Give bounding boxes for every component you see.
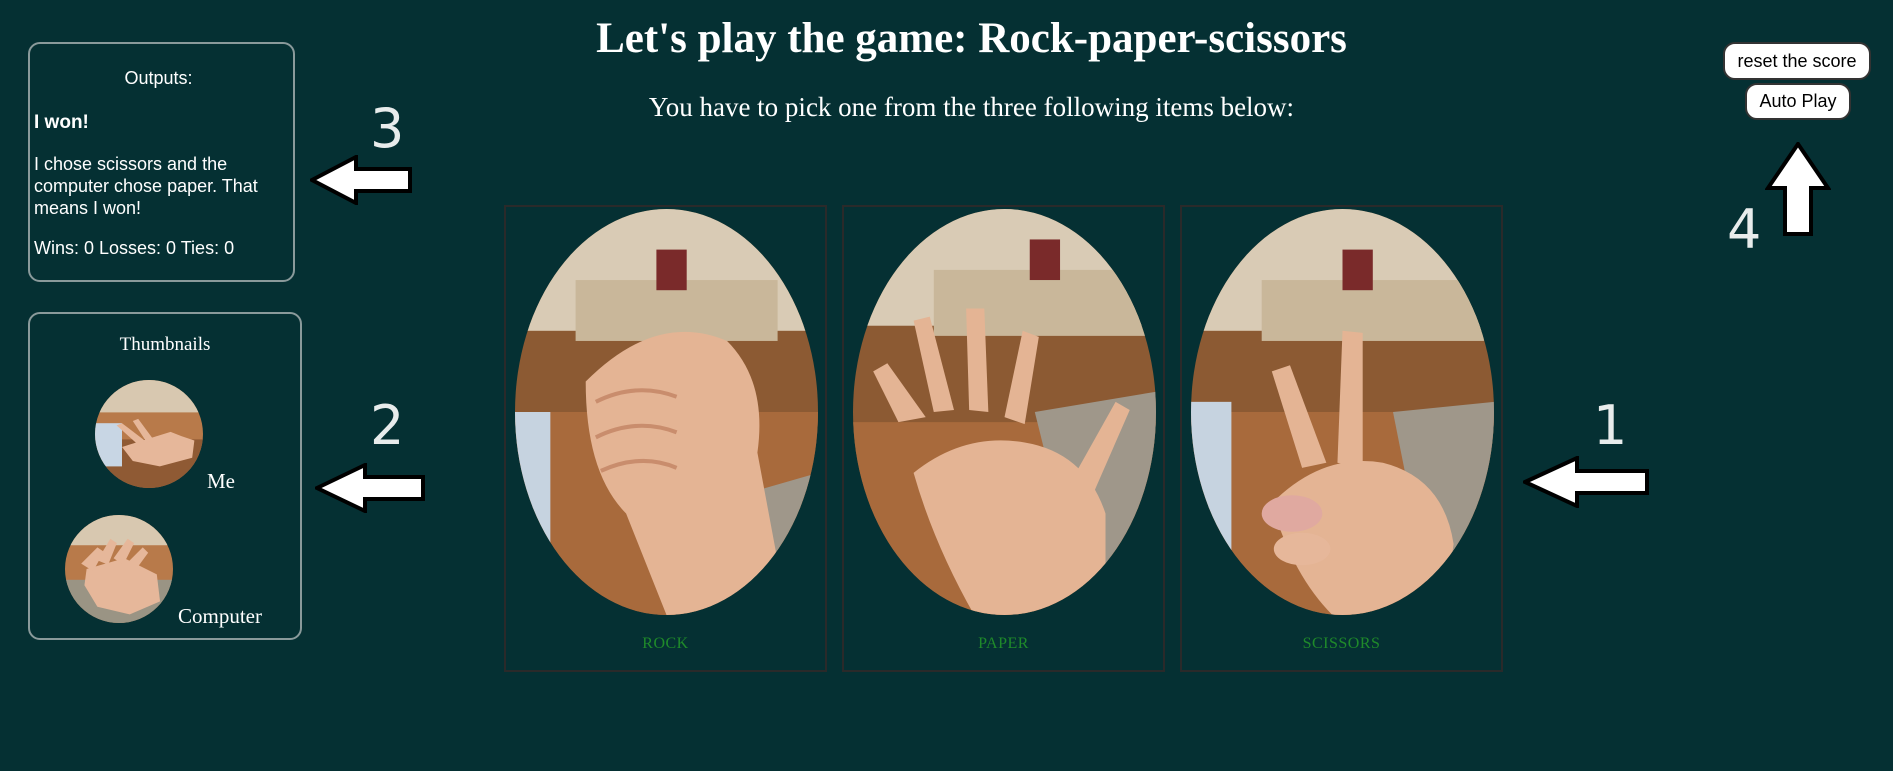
outputs-heading: Outputs: xyxy=(124,68,193,88)
auto-play-button[interactable]: Auto Play xyxy=(1745,83,1851,120)
score-text: Wins: 0 Losses: 0 Ties: 0 xyxy=(34,238,235,258)
choice-scissors-label: SCISSORS xyxy=(1302,635,1381,652)
thumbnails-heading: Thumbnails xyxy=(119,334,211,355)
annotation-number-2: 2 xyxy=(370,394,405,457)
annotation-number-3: 3 xyxy=(370,97,405,160)
left-arrow-icon xyxy=(310,155,414,205)
rock-fist-icon xyxy=(515,209,818,615)
paper-hand-icon xyxy=(853,209,1156,615)
annotation-number-4: 4 xyxy=(1727,198,1762,261)
outputs-panel: Outputs: I won! I chose scissors and the… xyxy=(28,42,295,282)
thumbnails-panel: Thumbnails Me Computer xyxy=(28,312,302,640)
computer-label: Computer xyxy=(178,604,262,628)
choice-rock-card[interactable]: ROCK xyxy=(504,205,827,672)
reset-score-button[interactable]: reset the score xyxy=(1723,42,1871,80)
choice-scissors-card[interactable]: SCISSORS xyxy=(1180,205,1503,672)
up-arrow-icon xyxy=(1765,142,1831,238)
choice-paper-card[interactable]: PAPER xyxy=(842,205,1165,672)
scissors-hand-thumbnail xyxy=(95,380,203,488)
result-explanation: I chose scissors and the computer chose … xyxy=(34,154,258,218)
choice-paper-label: PAPER xyxy=(978,635,1029,652)
left-arrow-icon xyxy=(315,463,427,513)
result-text: I won! xyxy=(34,112,89,133)
left-arrow-icon xyxy=(1523,456,1651,508)
paper-hand-thumbnail xyxy=(65,515,173,623)
annotation-number-1: 1 xyxy=(1593,394,1628,457)
scissors-hand-icon xyxy=(1191,209,1494,615)
me-label: Me xyxy=(207,469,235,493)
choice-rock-label: ROCK xyxy=(642,635,689,652)
